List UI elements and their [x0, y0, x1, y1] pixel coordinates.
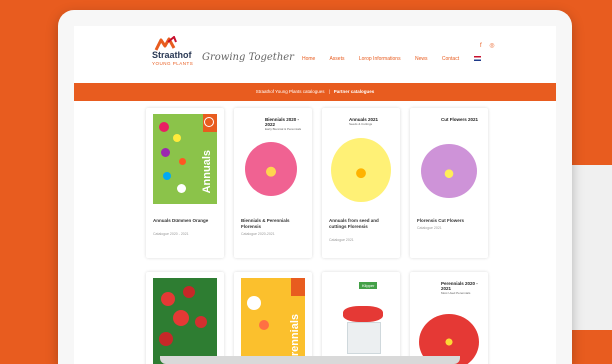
catalogue-subtitle: Catalogue 2021 — [417, 226, 442, 230]
catalogue-subtitle: Catalogue 2020 - 2021 — [153, 232, 189, 236]
catalogue-card[interactable] — [146, 272, 224, 364]
catalogue-cover: Klipper — [329, 278, 393, 364]
cover-badge: Annuals 2021 Seeds & Cuttings — [347, 116, 381, 128]
catalogue-card[interactable]: Biennials 2020 - 2022 Early Biennial & Pe… — [234, 108, 312, 258]
catalogue-card[interactable]: Perennials 2020 - 2021 Most Used Perennia… — [410, 272, 488, 364]
nav-item-home[interactable]: Home — [302, 56, 315, 62]
brand-tagline: Growing Together — [202, 52, 294, 63]
catalogue-cover: Perennials 2020 - 2021 Most Used Perennia… — [417, 278, 481, 364]
catalogue-cover: Annuals 2021 Seeds & Cuttings — [329, 114, 393, 204]
breadcrumb-current: Partner catalogues — [333, 89, 375, 94]
catalogue-card[interactable]: Annuals 2021 Seeds & Cuttings Annuals fro… — [322, 108, 400, 258]
nav-item-assets[interactable]: Assets — [329, 56, 344, 62]
catalogue-title[interactable]: Annuals from seed and cuttings Florensis — [329, 218, 395, 230]
catalogue-title[interactable]: Biennials & Perennials Florensis — [241, 218, 307, 230]
nav-item-contact[interactable]: Contact — [442, 56, 459, 62]
catalogue-card[interactable]: Klipper — [322, 272, 400, 364]
breadcrumb-bar: Straathof Young Plants catalogues | Partne… — [74, 83, 556, 101]
main-nav: Home Assets Lorop Informations News Cont… — [302, 56, 494, 62]
cover-badge: Cut Flowers 2021 — [439, 116, 481, 123]
cover-text: Annuals — [201, 150, 213, 194]
catalogue-title[interactable]: Annuals Dümmen Orange — [153, 218, 219, 224]
laptop-base — [160, 356, 460, 364]
catalogue-subtitle: Catalogue 2020-2021 — [241, 232, 275, 236]
catalogue-cover — [153, 278, 217, 364]
site-header: Straathof YOUNG PLANTS Growing Together … — [74, 26, 556, 80]
browser-screen: Straathof YOUNG PLANTS Growing Together … — [74, 26, 556, 364]
social-links: f ◎ — [474, 42, 495, 49]
catalogue-cover: Perennials — [241, 278, 305, 364]
brand-name[interactable]: Straathof — [152, 50, 192, 60]
cover-badge: Klipper — [359, 282, 378, 289]
catalogue-title[interactable]: Florensis Cut Flowers — [417, 218, 483, 224]
laptop-frame: Straathof YOUNG PLANTS Growing Together … — [58, 10, 572, 364]
cover-badge: Perennials 2020 - 2021 Most Used Perennia… — [439, 280, 481, 297]
nav-item-information[interactable]: Lorop Informations — [359, 56, 401, 62]
catalogue-card[interactable]: Annuals Annuals Dümmen Orange Catalogue … — [146, 108, 224, 258]
catalogue-cover: Cut Flowers 2021 — [417, 114, 481, 204]
facebook-icon[interactable]: f — [480, 43, 482, 49]
breadcrumb-separator: | — [328, 89, 330, 94]
language-flag-icon[interactable] — [473, 56, 481, 62]
catalogue-card[interactable]: Perennials — [234, 272, 312, 364]
catalogue-cover: Annuals — [153, 114, 217, 204]
catalogue-cover: Biennials 2020 - 2022 Early Biennial & Pe… — [241, 114, 305, 204]
cover-badge: Biennials 2020 - 2022 Early Biennial & Pe… — [263, 116, 305, 133]
nav-item-news[interactable]: News — [415, 56, 428, 62]
instagram-icon[interactable]: ◎ — [489, 43, 494, 49]
breadcrumb-parent[interactable]: Straathof Young Plants catalogues — [256, 89, 325, 94]
brand-subtitle: YOUNG PLANTS — [152, 61, 194, 66]
catalogue-subtitle: Catalogue 2021 — [329, 238, 354, 242]
catalogue-card[interactable]: Cut Flowers 2021 Florensis Cut Flowers C… — [410, 108, 488, 258]
